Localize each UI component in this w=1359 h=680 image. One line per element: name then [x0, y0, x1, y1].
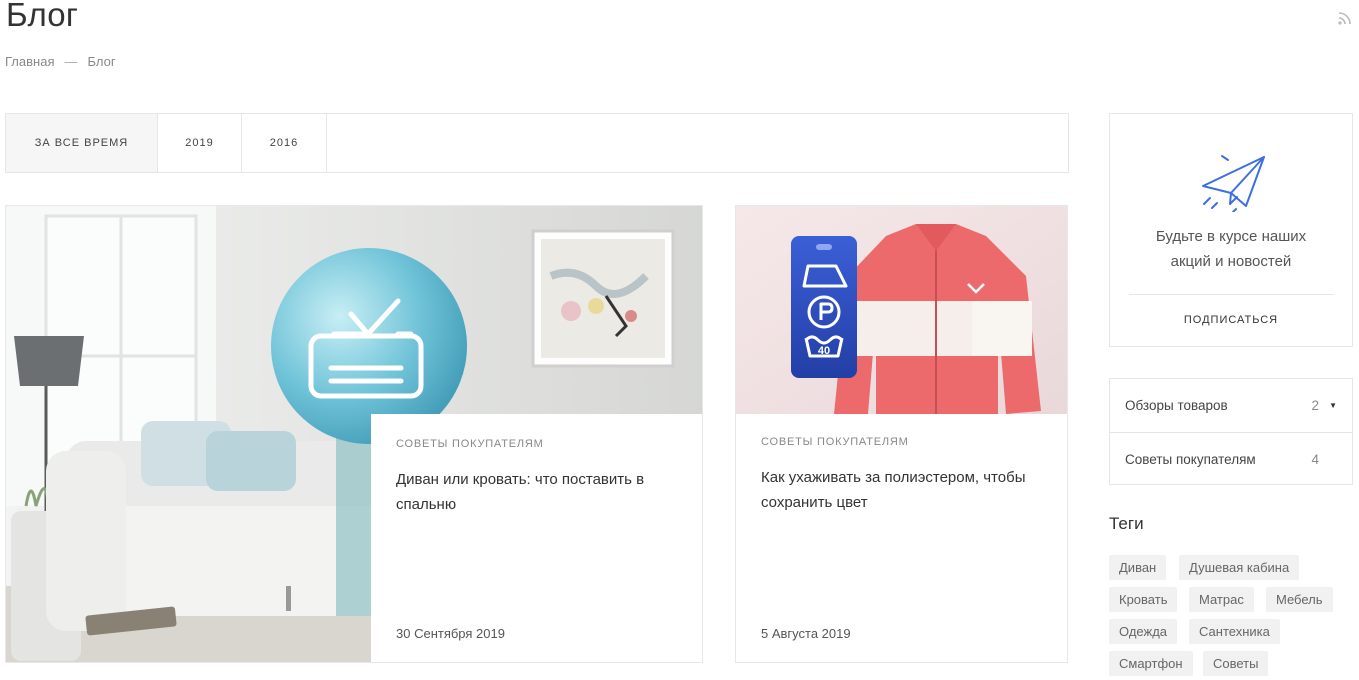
tag-mattress[interactable]: Матрас — [1189, 587, 1254, 612]
subscribe-divider — [1129, 294, 1334, 295]
year-filter-bar: ЗА ВСЕ ВРЕМЯ 2019 2016 — [5, 113, 1069, 173]
breadcrumb: Главная — Блог — [5, 54, 116, 69]
page-title: Блог — [6, 0, 79, 33]
breadcrumb-current: Блог — [87, 54, 116, 69]
tag-plumbing[interactable]: Сантехника — [1189, 619, 1280, 644]
tag-smartphone[interactable]: Смартфон — [1109, 651, 1193, 676]
category-count: 2 — [1311, 398, 1319, 413]
blog-post-card[interactable]: СОВЕТЫ ПОКУПАТЕЛЯМ Диван или кровать: чт… — [5, 205, 703, 663]
subscribe-text: Будьте в курсе наших акций и новостей — [1110, 224, 1352, 274]
chevron-down-icon[interactable]: ▼ — [1325, 401, 1337, 410]
tag-tips[interactable]: Советы — [1203, 651, 1269, 676]
tag-divan[interactable]: Диван — [1109, 555, 1167, 580]
category-list: Обзоры товаров 2 ▼ Советы покупателям 4 — [1109, 378, 1353, 485]
tag-shower-cabin[interactable]: Душевая кабина — [1179, 555, 1300, 580]
post-text-panel: СОВЕТЫ ПОКУПАТЕЛЯМ Диван или кровать: чт… — [371, 414, 702, 662]
breadcrumb-home-link[interactable]: Главная — [5, 54, 54, 69]
post-date: 30 Сентября 2019 — [396, 626, 505, 641]
post-image-jacket[interactable]: 40 — [736, 206, 1068, 414]
tag-furniture[interactable]: Мебель — [1266, 587, 1333, 612]
care-label-40: 40 — [818, 345, 830, 357]
tag-bed[interactable]: Кровать — [1109, 587, 1178, 612]
breadcrumb-separator: — — [64, 54, 78, 69]
tags-title: Теги — [1109, 514, 1144, 533]
tag-clothing[interactable]: Одежда — [1109, 619, 1178, 644]
subscribe-box: Будьте в курсе наших акций и новостей ПО… — [1109, 113, 1353, 347]
filter-tab-2019[interactable]: 2019 — [158, 114, 242, 172]
category-item-reviews[interactable]: Обзоры товаров 2 ▼ — [1110, 379, 1352, 432]
blog-post-card[interactable]: 40 СОВЕТЫ ПОКУПАТЕЛЯМ Как ухаживать за п… — [735, 205, 1068, 663]
post-date: 5 Августа 2019 — [761, 626, 851, 641]
post-category[interactable]: СОВЕТЫ ПОКУПАТЕЛЯМ — [761, 436, 1044, 448]
post-category[interactable]: СОВЕТЫ ПОКУПАТЕЛЯМ — [396, 438, 679, 450]
filter-tab-2016[interactable]: 2016 — [242, 114, 327, 172]
category-label: Обзоры товаров — [1125, 398, 1228, 413]
subscribe-button[interactable]: ПОДПИСАТЬСЯ — [1110, 314, 1352, 326]
category-item-tips[interactable]: Советы покупателям 4 — [1110, 432, 1352, 485]
subscribe-line-2: акций и новостей — [1170, 253, 1292, 270]
post-text-panel: СОВЕТЫ ПОКУПАТЕЛЯМ Как ухаживать за поли… — [736, 414, 1067, 662]
subscribe-line-1: Будьте в курсе наших — [1155, 228, 1307, 245]
post-title[interactable]: Как ухаживать за полиэстером, чтобы сохр… — [761, 465, 1044, 515]
rss-icon[interactable] — [1337, 10, 1353, 26]
filter-tab-all-time[interactable]: ЗА ВСЕ ВРЕМЯ — [6, 114, 158, 172]
category-count: 4 — [1311, 451, 1319, 467]
category-label: Советы покупателям — [1125, 451, 1256, 467]
paper-plane-icon — [1202, 155, 1265, 212]
post-title[interactable]: Диван или кровать: что поставить в спаль… — [396, 467, 679, 517]
